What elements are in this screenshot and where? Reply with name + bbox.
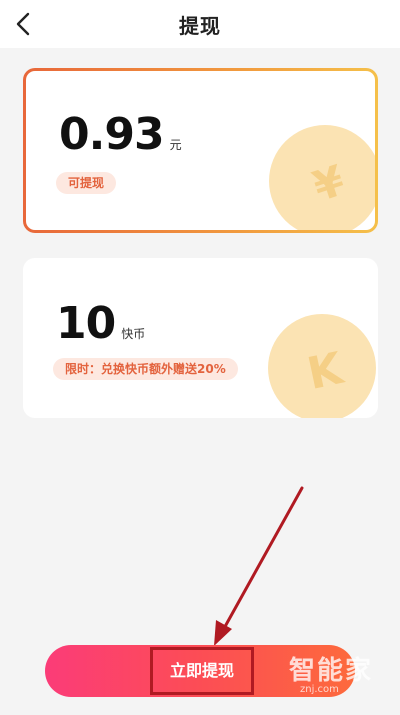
cash-amount-row: 0.93 元 <box>59 111 182 159</box>
withdrawable-badge: 可提现 <box>56 172 117 194</box>
promo-badge: 限时：兑换快币额外赠送20% <box>53 358 238 380</box>
kuaibi-card[interactable]: K 10 快币 限时：兑换快币额外赠送20% <box>23 258 378 418</box>
withdraw-page: 提现 ¥ 0.93 元 可提现 K 10 快币 限时：兑换快币额外赠送20% 立… <box>0 0 400 715</box>
page-title: 提现 <box>179 14 221 38</box>
cash-unit: 元 <box>169 138 182 152</box>
cash-amount: 0.93 <box>59 109 165 160</box>
kuaibi-amount: 10 <box>56 298 116 349</box>
header-bar: 提现 <box>0 0 400 48</box>
kuaibi-unit: 快币 <box>121 327 146 341</box>
kuaibi-amount-row: 10 快币 <box>56 300 145 348</box>
cash-balance-card[interactable]: ¥ 0.93 元 可提现 <box>23 68 378 233</box>
watermark-logo: 智能家 <box>289 656 374 686</box>
watermark-url: znj.com <box>300 684 339 695</box>
withdraw-button-label[interactable]: 立即提现 <box>150 647 254 695</box>
